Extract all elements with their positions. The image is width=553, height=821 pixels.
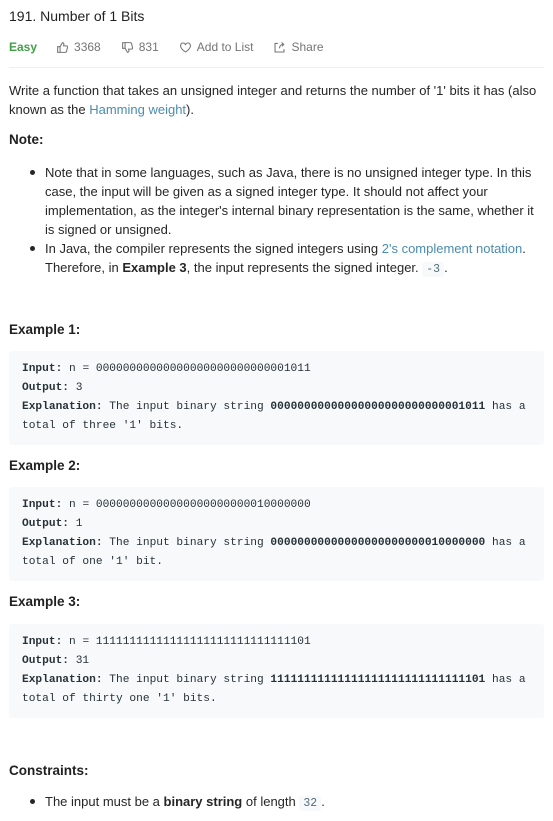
- problem-title: 191. Number of 1 Bits: [9, 8, 145, 24]
- note-heading: Note:: [9, 132, 44, 147]
- add-to-list-label: Add to List: [196, 40, 254, 54]
- example-heading: Example 3:: [9, 594, 81, 609]
- add-to-list-button[interactable]: Add to List: [179, 40, 254, 54]
- thumbs-down-icon: [121, 41, 133, 53]
- problem-meta-bar: Easy 3368 831 Add to List Share: [9, 38, 344, 56]
- example-heading: Example 1:: [9, 322, 81, 337]
- like-button[interactable]: 3368: [56, 40, 101, 54]
- difficulty-badge: Easy: [9, 40, 38, 54]
- problem-intro: Write a function that takes an unsigned …: [9, 83, 537, 117]
- inline-code: -3: [422, 262, 445, 277]
- example-code-block: Input: n = 11111111111111111111111111111…: [9, 624, 544, 718]
- note-item: In Java, the compiler represents the sig…: [30, 239, 545, 279]
- thumbs-up-icon: [57, 41, 69, 53]
- note-list: Note that in some languages, such as Jav…: [30, 163, 545, 279]
- note-item: Note that in some languages, such as Jav…: [30, 163, 545, 239]
- share-button[interactable]: Share: [273, 40, 324, 54]
- constraint-item: The input must be a binary string of len…: [30, 792, 545, 813]
- example-code-block: Input: n = 00000000000000000000000010000…: [9, 487, 544, 581]
- example-code-block: Input: n = 00000000000000000000000000001…: [9, 351, 544, 445]
- share-icon: [274, 41, 285, 52]
- twos-complement-link[interactable]: 2's complement notation: [382, 241, 523, 256]
- dislike-button[interactable]: 831: [121, 40, 159, 54]
- constraints-list: The input must be a binary string of len…: [30, 792, 545, 813]
- dislike-count: 831: [138, 40, 159, 54]
- example-heading: Example 2:: [9, 458, 81, 473]
- like-count: 3368: [74, 40, 101, 54]
- heart-icon: [179, 42, 191, 53]
- inline-code: 32: [299, 796, 322, 811]
- constraints-heading: Constraints:: [9, 763, 89, 778]
- share-label: Share: [291, 40, 324, 54]
- problem-description-panel: 191. Number of 1 Bits Easy 3368 831 Add …: [0, 0, 553, 821]
- header-divider: [9, 67, 544, 68]
- hamming-weight-link[interactable]: Hamming weight: [89, 102, 186, 117]
